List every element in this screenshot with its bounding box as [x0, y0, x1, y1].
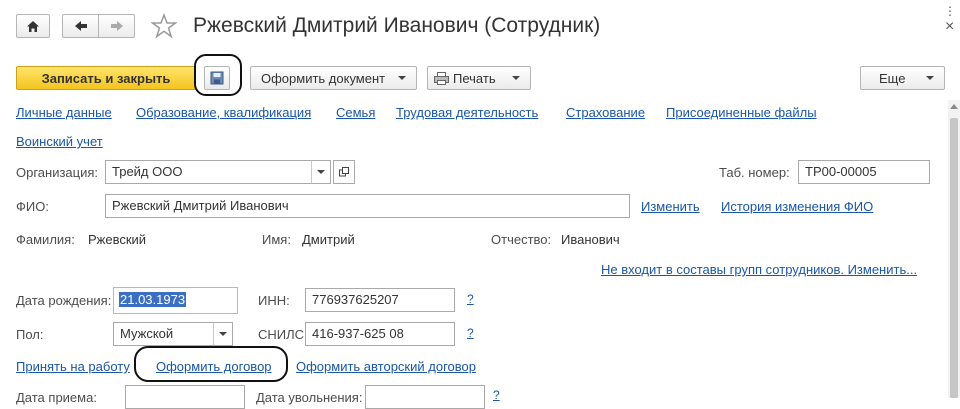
hire-date-input[interactable] [125, 385, 245, 409]
organization-label: Организация: [16, 165, 99, 180]
issue-document-label: Оформить документ [261, 70, 386, 86]
tab-family[interactable]: Семья [336, 105, 375, 120]
scroll-up-arrow[interactable] [950, 104, 958, 109]
surname-value: Ржевский [88, 232, 147, 247]
chevron-down-icon [317, 170, 325, 174]
tab-attached-files[interactable]: Присоединенные файлы [666, 105, 817, 120]
inn-input[interactable]: 776937625207 [305, 288, 455, 312]
dates-help-link[interactable]: ? [493, 388, 500, 402]
highlight-oval-contract [134, 346, 288, 382]
organization-open-button[interactable] [333, 160, 355, 184]
tab-number-input[interactable]: ТР00-00005 [798, 160, 930, 184]
arrow-left-icon [74, 21, 87, 31]
home-icon [27, 20, 39, 32]
inn-label: ИНН: [258, 293, 290, 308]
chevron-down-icon [219, 332, 227, 336]
forward-button[interactable] [98, 14, 135, 38]
scrollbar[interactable] [948, 100, 960, 398]
window-title: Ржевский Дмитрий Иванович (Сотрудник) [193, 14, 601, 37]
chevron-down-icon [926, 76, 934, 80]
close-icon[interactable]: × [945, 18, 954, 36]
tab-education[interactable]: Образование, квалификация [136, 105, 311, 120]
issue-author-contract-link[interactable]: Оформить авторский договор [296, 359, 476, 374]
organization-dropdown[interactable] [311, 160, 331, 184]
save-and-close-button[interactable]: Записать и закрыть [16, 66, 196, 90]
birth-date-label: Дата рождения: [16, 293, 112, 308]
home-button[interactable] [16, 14, 50, 38]
fio-input[interactable]: Ржевский Дмитрий Иванович [105, 194, 630, 218]
tab-personal-data[interactable]: Личные данные [16, 105, 112, 120]
more-menu-icon[interactable]: ⋮ [944, 4, 956, 18]
change-fio-link[interactable]: Изменить [641, 199, 700, 214]
print-button[interactable]: Печать [427, 66, 531, 90]
printer-icon [434, 71, 449, 85]
birth-date-input[interactable]: 21.03.1973 [113, 287, 238, 314]
tab-insurance[interactable]: Страхование [566, 105, 645, 120]
patronymic-value: Иванович [561, 232, 620, 247]
surname-label: Фамилия: [16, 232, 75, 247]
arrow-right-icon [110, 21, 123, 31]
inn-help-link[interactable]: ? [467, 292, 474, 306]
open-window-icon [339, 167, 349, 177]
tab-work-activity[interactable]: Трудовая деятельность [396, 105, 538, 120]
chevron-down-icon [398, 76, 406, 80]
birth-date-value: 21.03.1973 [119, 292, 187, 307]
gender-label: Пол: [16, 327, 44, 342]
chevron-down-icon [512, 76, 520, 80]
print-label: Печать [453, 70, 496, 86]
hire-link[interactable]: Принять на работу [16, 359, 130, 374]
patronymic-label: Отчество: [491, 232, 552, 247]
organization-input[interactable]: Трейд ООО [105, 160, 312, 184]
gender-dropdown[interactable] [213, 322, 233, 346]
snils-label: СНИЛС: [258, 327, 308, 342]
scrollbar-thumb[interactable] [950, 118, 958, 398]
tab-military-record[interactable]: Воинский учет [16, 134, 103, 149]
employee-groups-link[interactable]: Не входит в составы групп сотрудников. И… [601, 262, 917, 277]
highlight-oval-save [194, 54, 242, 96]
fio-label: ФИО: [16, 199, 49, 214]
name-label: Имя: [262, 232, 291, 247]
snils-input[interactable]: 416-937-625 08 [305, 322, 455, 346]
tab-number-label: Таб. номер: [719, 165, 790, 180]
issue-document-button[interactable]: Оформить документ [250, 66, 417, 90]
more-button[interactable]: Еще [860, 66, 945, 90]
more-label: Еще [879, 70, 906, 86]
favorite-star-icon[interactable] [150, 12, 178, 39]
dismiss-date-input[interactable] [365, 385, 485, 409]
snils-help-link[interactable]: ? [467, 326, 474, 340]
gender-select[interactable]: Мужской [113, 322, 214, 346]
back-button[interactable] [62, 14, 99, 38]
name-value: Дмитрий [302, 232, 355, 247]
fio-history-link[interactable]: История изменения ФИО [721, 199, 873, 214]
save-and-close-label: Записать и закрыть [41, 70, 171, 86]
